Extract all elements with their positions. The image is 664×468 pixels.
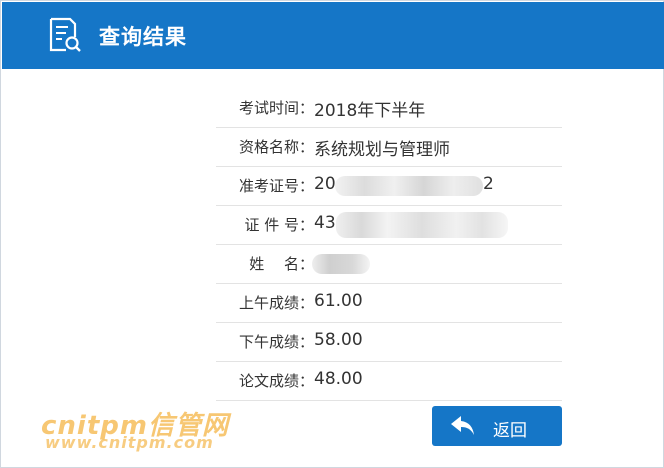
- id-number-value: 43: [314, 213, 336, 233]
- result-row-afternoon-score: 下午成绩： 58.00: [216, 322, 562, 362]
- admission-number-suffix: 2: [483, 174, 494, 194]
- redaction-mask: [335, 176, 483, 196]
- exam-time-label: 考试时间：: [238, 99, 314, 117]
- afternoon-score-value: 58.00: [314, 330, 363, 350]
- exam-time-value: 2018年下半年: [314, 101, 426, 121]
- result-panel: 查询结果 考试时间： 2018年下半年 资格名称： 系统规划与管理师 准考证号：…: [0, 0, 664, 468]
- document-search-icon: [48, 17, 82, 53]
- morning-score-label: 上午成绩：: [238, 294, 314, 312]
- back-button-label: 返回: [493, 421, 527, 441]
- essay-score-value: 48.00: [314, 369, 363, 389]
- essay-score-label: 论文成绩：: [238, 372, 314, 390]
- name-label: 姓 名：: [249, 255, 314, 273]
- result-row-morning-score: 上午成绩： 61.00: [216, 283, 562, 323]
- admission-number-label: 准考证号：: [238, 177, 314, 195]
- result-row-id-number: 证 件 号： 43: [216, 205, 562, 245]
- result-row-qualification: 资格名称： 系统规划与管理师: [216, 127, 562, 167]
- result-row-name: 姓 名：: [216, 244, 562, 284]
- watermark-url: www.cnitpm.com: [45, 433, 214, 452]
- redaction-mask: [312, 254, 370, 274]
- back-arrow-icon: [450, 414, 476, 438]
- result-row-exam-time: 考试时间： 2018年下半年: [216, 88, 562, 128]
- redaction-mask: [336, 212, 508, 238]
- header-bar: 查询结果: [2, 2, 664, 69]
- id-number-label: 证 件 号：: [244, 216, 314, 234]
- result-row-admission-number: 准考证号： 20 2: [216, 166, 562, 206]
- result-row-essay-score: 论文成绩： 48.00: [216, 361, 562, 401]
- back-button[interactable]: 返回: [432, 406, 562, 446]
- page-title: 查询结果: [99, 25, 187, 49]
- admission-number-value: 20: [314, 174, 336, 194]
- morning-score-value: 61.00: [314, 291, 363, 311]
- afternoon-score-label: 下午成绩：: [238, 333, 314, 351]
- qualification-label: 资格名称：: [238, 138, 314, 156]
- qualification-value: 系统规划与管理师: [314, 140, 450, 160]
